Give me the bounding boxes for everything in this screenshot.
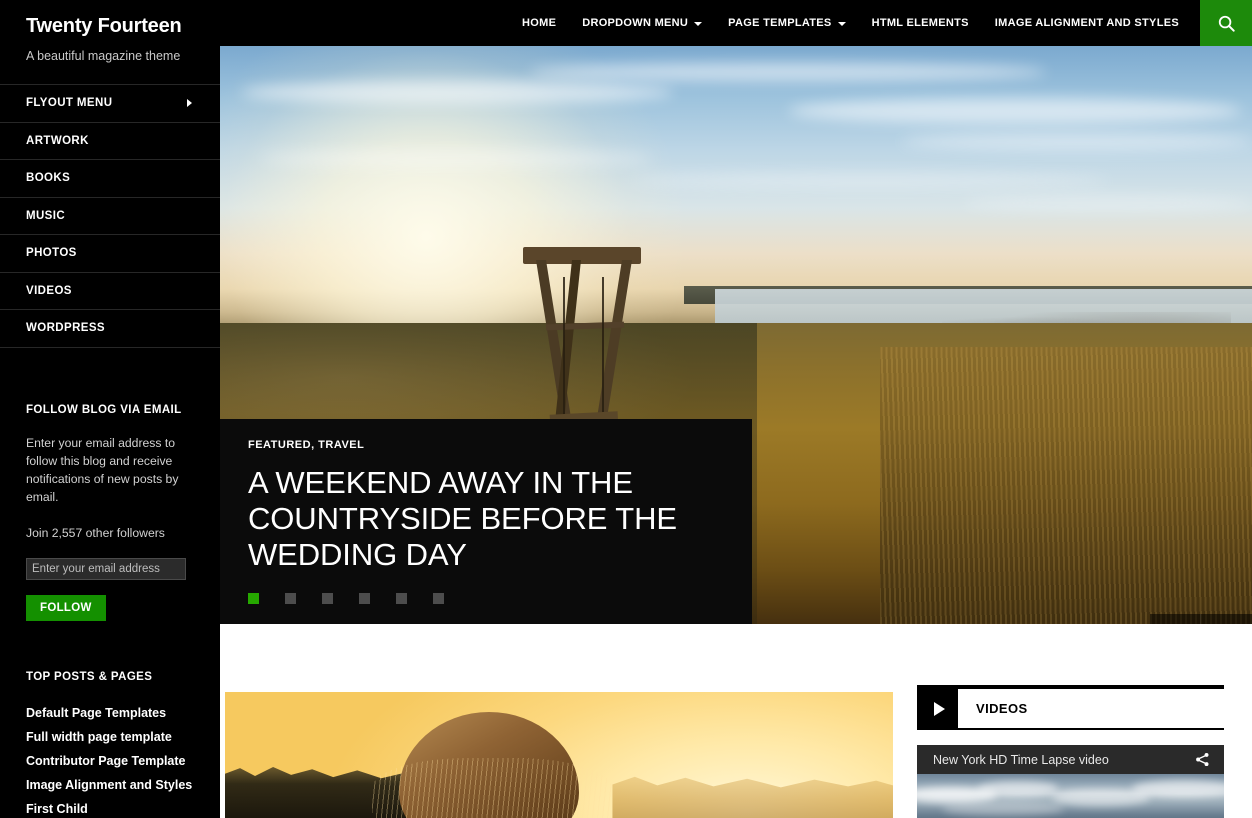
search-icon [1218, 15, 1235, 32]
primary-nav: HOME DROPDOWN MENU PAGE TEMPLATES HTML E… [509, 0, 1192, 46]
right-sidebar: VIDEOS New York HD Time Lapse video [917, 685, 1224, 818]
chevron-down-icon [837, 22, 846, 26]
nav-item-home[interactable]: HOME [509, 0, 569, 46]
sidebar-item-label: BOOKS [26, 172, 71, 185]
sidebar-item-label: FLYOUT MENU [26, 97, 113, 110]
nav-item-page-templates[interactable]: PAGE TEMPLATES [715, 0, 858, 46]
slider-dot-2[interactable] [285, 593, 296, 604]
post-categories[interactable]: FEATURED, TRAVEL [248, 439, 724, 451]
nav-item-label: IMAGE ALIGNMENT AND STYLES [994, 17, 1179, 29]
top-post-link[interactable]: First Child [26, 797, 194, 818]
video-card[interactable]: New York HD Time Lapse video [917, 745, 1224, 818]
slider-prev-button[interactable]: ← [1150, 614, 1201, 624]
slider-dot-6[interactable] [433, 593, 444, 604]
sidebar-item-label: ARTWORK [26, 134, 89, 147]
nav-item-dropdown-menu[interactable]: DROPDOWN MENU [569, 0, 715, 46]
videos-widget-title: VIDEOS [976, 701, 1028, 716]
slider-pagination [248, 593, 724, 604]
nav-item-label: HTML ELEMENTS [871, 17, 969, 29]
sidebar-item-label: WORDPRESS [26, 322, 105, 335]
swing-chain [601, 277, 605, 416]
top-post-link[interactable]: Image Alignment and Styles [26, 773, 194, 797]
sidebar-item-flyout-menu[interactable]: FLYOUT MENU [0, 85, 220, 123]
swing-chain [562, 277, 565, 416]
sidebar-item-label: VIDEOS [26, 284, 72, 297]
site-description: A beautiful magazine theme [26, 49, 181, 63]
sidebar-item-videos[interactable]: VIDEOS [0, 273, 220, 310]
top-posts-widget: TOP POSTS & PAGES Default Page Templates… [0, 671, 220, 818]
search-button[interactable] [1200, 0, 1252, 46]
slider-dot-4[interactable] [359, 593, 370, 604]
featured-post-title[interactable]: A Weekend Away in the Countryside Before… [248, 465, 724, 573]
grass-right [880, 346, 1252, 624]
nav-item-label: DROPDOWN MENU [582, 17, 689, 29]
nav-item-label: PAGE TEMPLATES [728, 17, 832, 29]
chevron-down-icon [694, 22, 703, 26]
sidebar-item-photos[interactable]: PHOTOS [0, 235, 220, 273]
sidebar-item-artwork[interactable]: ARTWORK [0, 123, 220, 160]
slider-dot-1[interactable] [248, 593, 259, 604]
share-icon[interactable] [1195, 752, 1210, 767]
sidebar-item-music[interactable]: MUSIC [0, 198, 220, 235]
slider-next-button[interactable]: → [1201, 614, 1252, 624]
top-post-link[interactable]: Full width page template [26, 725, 194, 749]
chevron-right-icon [187, 99, 192, 108]
sidebar-item-wordpress[interactable]: WORDPRESS [0, 310, 220, 348]
widget-title: TOP POSTS & PAGES [26, 670, 153, 683]
sidebar: Twenty Fourteen A beautiful magazine the… [0, 0, 220, 818]
hair-highlight [371, 757, 613, 818]
follower-count: Join 2,557 other followers [26, 525, 165, 540]
page-root: Twenty Fourteen A beautiful magazine the… [0, 0, 1252, 818]
top-post-link[interactable]: Default Page Templates [26, 701, 194, 725]
slider-arrows: ← → [1150, 614, 1252, 624]
email-field[interactable] [26, 557, 186, 580]
featured-post-overlay: FEATURED, TRAVEL A Weekend Away in the C… [220, 419, 752, 624]
nav-item-html-elements[interactable]: HTML ELEMENTS [859, 0, 982, 46]
post-thumbnail[interactable] [225, 692, 893, 818]
slider-dot-3[interactable] [322, 593, 333, 604]
site-title[interactable]: Twenty Fourteen [0, 0, 220, 38]
sidebar-nav: FLYOUT MENU ARTWORK BOOKS MUSIC PHOTOS V… [0, 84, 220, 348]
play-icon-badge [917, 689, 958, 728]
treeline-right [612, 776, 893, 818]
video-thumbnail [917, 774, 1224, 818]
widget-description: Enter your email address to follow this … [26, 435, 179, 504]
videos-widget-header: VIDEOS [917, 689, 1224, 730]
sidebar-item-books[interactable]: BOOKS [0, 160, 220, 198]
follow-button[interactable]: FOLLOW [26, 594, 106, 621]
video-title[interactable]: New York HD Time Lapse video [933, 753, 1109, 767]
sidebar-item-label: PHOTOS [26, 247, 77, 260]
nav-item-label: HOME [522, 17, 557, 29]
play-icon [933, 701, 945, 716]
slider-dot-5[interactable] [396, 593, 407, 604]
video-card-bar: New York HD Time Lapse video [917, 745, 1224, 774]
sidebar-item-label: MUSIC [26, 209, 66, 222]
widget-title: FOLLOW BLOG VIA EMAIL [26, 403, 182, 416]
top-post-link[interactable]: Contributor Page Template [26, 749, 194, 773]
top-navigation-bar: HOME DROPDOWN MENU PAGE TEMPLATES HTML E… [220, 0, 1252, 46]
follow-blog-widget: FOLLOW BLOG VIA EMAIL Enter your email a… [0, 404, 220, 621]
nav-item-image-alignment-and-styles[interactable]: IMAGE ALIGNMENT AND STYLES [982, 0, 1192, 46]
